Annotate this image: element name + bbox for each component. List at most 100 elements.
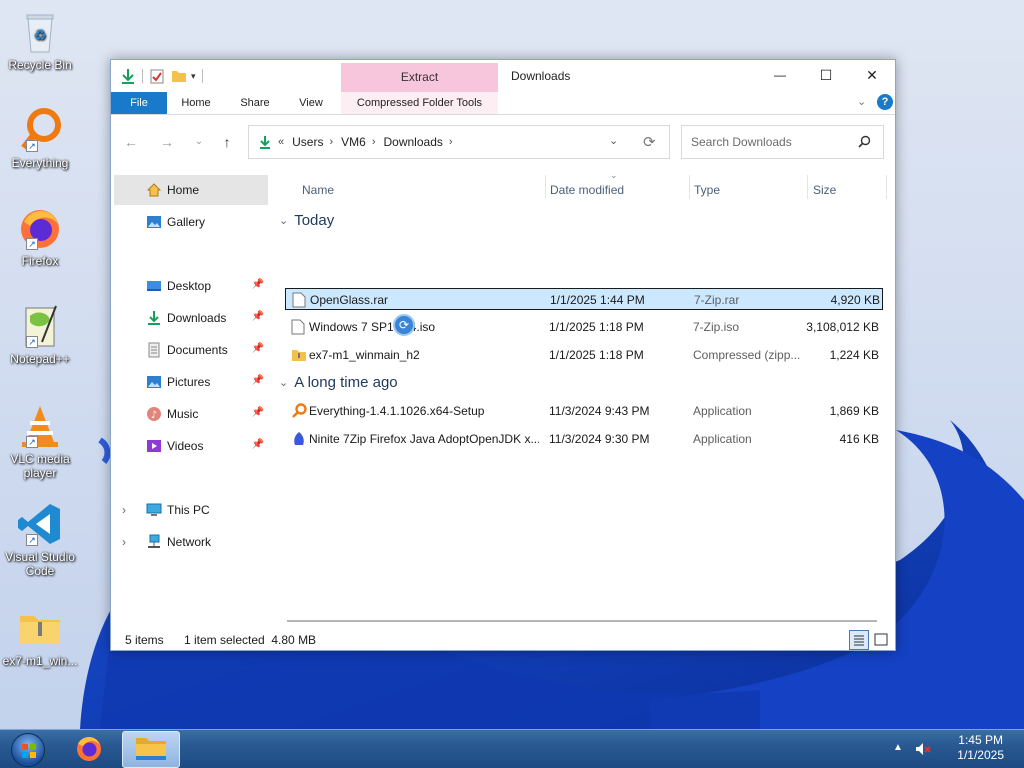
tab-share[interactable]: Share — [231, 92, 279, 114]
breadcrumb-overflow[interactable]: « — [278, 136, 284, 148]
desktop-icon-label: Recycle Bin — [8, 58, 72, 72]
breadcrumb-vm6[interactable]: VM6 — [341, 135, 366, 149]
gallery-icon — [146, 214, 162, 230]
ribbon-expand-chevron-icon[interactable]: ⌄ — [857, 95, 866, 108]
sidebar-item-label: Documents — [167, 343, 228, 357]
sidebar-item-label: Downloads — [167, 311, 227, 325]
expand-chevron-icon[interactable]: › — [122, 535, 126, 549]
search-input[interactable]: Search Downloads — [691, 135, 792, 149]
large-icons-view-icon[interactable] — [872, 631, 890, 649]
pin-icon[interactable]: 📌 — [252, 343, 264, 354]
sidebar-item-network[interactable]: › Network — [114, 527, 268, 557]
sidebar-item-music[interactable]: ♪ Music 📌 — [114, 399, 268, 429]
refresh-icon[interactable]: ⟳ — [643, 133, 656, 151]
sidebar-item-videos[interactable]: Videos 📌 — [114, 431, 268, 461]
recycle-bin-icon: ♻ — [16, 8, 64, 56]
horizontal-scrollbar[interactable] — [287, 620, 877, 622]
group-header-today[interactable]: ⌄ Today — [279, 212, 334, 229]
shortcut-arrow-icon: ↗ — [26, 336, 38, 348]
breadcrumb-chevron-icon[interactable]: › — [329, 136, 333, 148]
search-box[interactable]: Search Downloads — [681, 125, 884, 159]
quick-access-toolbar: ▾ — [120, 66, 203, 86]
sidebar-item-pictures[interactable]: Pictures 📌 — [114, 367, 268, 397]
breadcrumb-chevron-icon[interactable]: › — [449, 136, 453, 148]
desktop-icon-vscode[interactable]: ↗ Visual Studio Code — [2, 500, 78, 578]
file-size: 416 KB — [839, 432, 879, 446]
network-icon — [146, 534, 162, 550]
forward-arrow-icon[interactable]: → — [157, 134, 177, 150]
desktop-icon-notepad-plus-plus[interactable]: ↗ Notepad++ — [2, 302, 78, 366]
file-row[interactable]: Ninite 7Zip Firefox Java AdoptOpenJDK x.… — [285, 428, 883, 450]
sidebar-item-this-pc[interactable]: › This PC — [114, 495, 268, 525]
volume-muted-icon[interactable] — [914, 740, 932, 758]
download-arrow-icon — [120, 68, 136, 84]
pin-icon[interactable]: 📌 — [252, 407, 264, 418]
column-header-size[interactable]: Size — [808, 175, 886, 205]
column-header-name[interactable]: Name — [297, 175, 543, 205]
pin-icon[interactable]: 📌 — [252, 279, 264, 290]
file-name: Ninite 7Zip Firefox Java AdoptOpenJDK x.… — [309, 432, 539, 446]
minimize-button-real[interactable]: — — [757, 60, 803, 90]
up-arrow-icon[interactable]: ↑ — [217, 134, 237, 150]
file-row[interactable]: Everything-1.4.1.1026.x64-Setup 11/3/202… — [285, 400, 883, 422]
tab-home[interactable]: Home — [171, 92, 221, 114]
desktop-icon-zip-folder[interactable]: ex7-m1_win... — [2, 604, 78, 668]
desktop-icon-everything[interactable]: ↗ Everything — [2, 106, 78, 170]
notepad-plus-plus-icon: ↗ — [16, 302, 64, 350]
column-header-type[interactable]: Type — [689, 175, 807, 205]
maximize-button[interactable]: ☐ — [803, 60, 849, 90]
expand-chevron-icon[interactable]: › — [122, 503, 126, 517]
column-divider[interactable] — [886, 175, 887, 199]
address-bar[interactable]: « Users › VM6 › Downloads › ⌄ ⟳ — [248, 125, 670, 159]
selection-info: 1 item selected 4.80 MB — [184, 633, 317, 647]
group-header-a-long-time-ago[interactable]: ⌄ A long time ago — [279, 374, 398, 391]
sidebar-item-desktop[interactable]: Desktop 📌 — [114, 271, 268, 301]
breadcrumb-users[interactable]: Users — [292, 135, 323, 149]
taskbar-clock[interactable]: 1:45 PM 1/1/2025 — [957, 733, 1004, 763]
context-tab-header-extract[interactable]: Extract — [341, 63, 498, 92]
taskbar-firefox[interactable] — [62, 731, 116, 768]
breadcrumb-downloads[interactable]: Downloads — [384, 135, 443, 149]
file-name: ex7-m1_winmain_h2 — [309, 348, 420, 362]
customize-dropdown-icon[interactable]: ▾ — [191, 71, 196, 82]
address-history-chevron-icon[interactable]: ⌄ — [609, 134, 618, 147]
help-icon[interactable]: ? — [877, 94, 893, 110]
desktop-icon-firefox[interactable]: ↗ Firefox — [2, 204, 78, 268]
sidebar-item-gallery[interactable]: Gallery — [114, 207, 268, 237]
desktop-icon-recycle-bin[interactable]: ♻ Recycle Bin — [2, 8, 78, 72]
tab-view[interactable]: View — [287, 92, 335, 114]
file-row[interactable]: Windows 7 SP1 x64.iso 1/1/2025 1:18 PM 7… — [285, 316, 883, 338]
column-header-date-modified[interactable]: Date modified — [545, 175, 689, 205]
taskbar-file-explorer[interactable] — [122, 731, 180, 768]
music-icon: ♪ — [146, 406, 162, 422]
file-row[interactable]: OpenGlass.rar 1/1/2025 1:44 PM 7-Zip.rar… — [285, 288, 883, 310]
collapse-chevron-icon[interactable]: ⌄ — [279, 376, 288, 389]
properties-checkmark-icon[interactable] — [149, 68, 165, 84]
sidebar-item-downloads[interactable]: Downloads 📌 — [114, 303, 268, 333]
pin-icon[interactable]: 📌 — [252, 439, 264, 450]
show-hidden-icons-arrow-icon[interactable]: ▲ — [893, 742, 903, 753]
start-button[interactable] — [4, 731, 52, 768]
new-folder-icon[interactable] — [171, 68, 187, 84]
sidebar-item-label: Videos — [167, 439, 204, 453]
recent-locations-chevron-icon[interactable]: ⌄ — [189, 134, 209, 150]
desktop-icon-label: ex7-m1_win... — [2, 654, 78, 668]
sidebar-item-home[interactable]: Home — [114, 175, 268, 205]
file-row[interactable]: ex7-m1_winmain_h2 1/1/2025 1:18 PM Compr… — [285, 344, 883, 366]
breadcrumb-chevron-icon[interactable]: › — [372, 136, 376, 148]
close-button[interactable]: ✕ — [849, 60, 895, 90]
pin-icon[interactable]: 📌 — [252, 311, 264, 322]
pin-icon[interactable]: 📌 — [252, 375, 264, 386]
collapse-chevron-icon[interactable]: ⌄ — [279, 214, 288, 227]
maximize-icon: ☐ — [819, 66, 833, 83]
shortcut-arrow-icon: ↗ — [26, 238, 38, 250]
back-arrow-icon[interactable]: ← — [121, 134, 141, 150]
vscode-icon: ↗ — [16, 500, 64, 548]
tab-file[interactable]: File — [111, 92, 167, 114]
shortcut-arrow-icon: ↗ — [26, 140, 38, 152]
sidebar-item-documents[interactable]: Documents 📌 — [114, 335, 268, 365]
desktop-icon-vlc[interactable]: ↗ VLC media player — [2, 402, 78, 480]
file-size: 4,920 KB — [830, 293, 880, 307]
details-view-icon[interactable] — [849, 630, 869, 650]
tab-compressed-folder-tools[interactable]: Compressed Folder Tools — [341, 92, 498, 114]
